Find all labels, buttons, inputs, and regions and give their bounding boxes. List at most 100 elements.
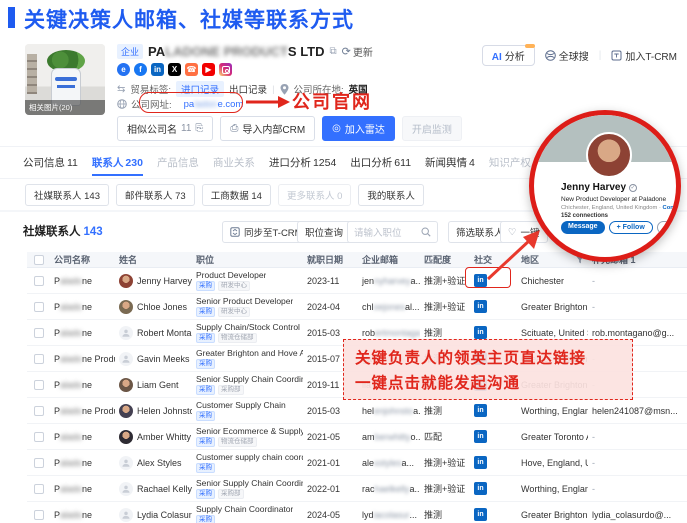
contact-name[interactable]: Rachael Kelly (137, 484, 192, 494)
linkedin-link-icon[interactable]: in (474, 300, 487, 313)
select-all-checkbox[interactable] (34, 255, 44, 265)
company-suffix: ne (82, 276, 92, 286)
youtube-icon[interactable]: ▶ (202, 63, 215, 76)
tab-bar: 公司信息11 联系人230 产品信息商业关系进口分析1254 出口分析611 新闻舆情4… (23, 152, 531, 177)
tab-产品信息[interactable]: 产品信息 (157, 155, 199, 174)
cell-position: Supply Chain Coordinator采购 (192, 502, 303, 523)
row-checkbox[interactable] (34, 276, 44, 286)
row-checkbox[interactable] (34, 510, 44, 520)
contact-name[interactable]: Gavin Meeks (137, 354, 190, 364)
start-monitor-button[interactable]: 开启监测 (402, 116, 462, 141)
email-suffix: al... (405, 302, 420, 312)
website-callout-arrow (246, 95, 291, 109)
copy-icon[interactable]: ⧉ (330, 46, 337, 57)
cell-email[interactable]: rachaelkellya... (358, 476, 420, 501)
contact-name[interactable]: Robert Monta... (137, 328, 192, 338)
profile-location: Chichester, England, United Kingdom · Co… (561, 205, 676, 211)
import-crm-button[interactable]: ⎙ 导入内部CRM (220, 116, 315, 141)
cell-name: Chloe Jones (115, 294, 192, 319)
subtab-社媒联系人[interactable]: 社媒联系人 143 (25, 184, 109, 206)
row-checkbox[interactable] (34, 354, 44, 364)
linkedin-link-icon[interactable]: in (474, 482, 487, 495)
linkedin-link-icon[interactable]: in (474, 456, 487, 469)
cell-email[interactable]: alexstylesa... (358, 450, 420, 475)
cell-position: Senior Ecommerce & Supply Cha...采购物流仓储部 (192, 424, 303, 449)
related-photos-label[interactable]: 相关图片(20) (25, 100, 105, 115)
linkedin-link-icon[interactable]: in (474, 430, 487, 443)
cell-company: Paladone Produc... (50, 398, 115, 423)
row-checkbox[interactable] (34, 484, 44, 494)
cell-email[interactable]: chloejonesal... (358, 294, 420, 319)
subtab-更多联系人[interactable]: 更多联系人 0 (278, 184, 351, 206)
role-tag: 采购 (196, 411, 215, 421)
company-name-blurred: LADONE PRODUCT (165, 44, 288, 59)
search-icon[interactable] (421, 227, 431, 237)
tab-联系人[interactable]: 联系人230 (92, 155, 143, 174)
company-blurred: alado (60, 276, 82, 286)
global-search-icon (545, 50, 556, 61)
add-radar-button[interactable]: ◎ 加入雷达 (322, 116, 395, 141)
tab-公司信息[interactable]: 公司信息11 (23, 155, 78, 174)
profile-name[interactable]: Jenny Harvey ✓ (561, 182, 637, 193)
linkedin-link-icon[interactable]: in (474, 326, 487, 339)
contact-name[interactable]: Jenny Harvey (137, 276, 192, 286)
tab-知识产权[interactable]: 知识产权 (489, 155, 531, 174)
subtab-我的联系人[interactable]: 我的联系人 (358, 184, 424, 206)
facebook-icon[interactable]: f (134, 63, 147, 76)
row-checkbox[interactable] (34, 380, 44, 390)
cell-region: Worthing, England,... (517, 476, 588, 501)
more-button[interactable]: More (657, 221, 681, 234)
tab-商业关系[interactable]: 商业关系 (213, 155, 255, 174)
similar-companies-button[interactable]: 相似公司名 11 ⎘ (117, 116, 213, 141)
ai-analysis-button[interactable]: AIAI 分析分析 (482, 45, 535, 66)
contact-photo (119, 430, 133, 444)
tab-进口分析[interactable]: 进口分析1254 (269, 155, 336, 174)
subtab-工商数据[interactable]: 工商数据 14 (202, 184, 271, 206)
contact-name[interactable]: Helen Johnstone (137, 406, 192, 416)
email-blurred: oejones (374, 302, 406, 312)
similar-companies-icon: ⎘ (195, 123, 203, 134)
profile-connections[interactable]: 152 connections (561, 213, 608, 219)
global-search-button[interactable]: 全球搜 (545, 48, 589, 63)
x-twitter-icon[interactable]: X (168, 63, 181, 76)
company-blurred: alado (60, 432, 82, 442)
contact-name[interactable]: Liam Gent (137, 380, 179, 390)
refresh-button[interactable]: ⟳ 更新 (342, 44, 373, 59)
cell-email[interactable]: helenjohnstoa... (358, 398, 420, 423)
cell-start-date: 2024-05 (303, 502, 358, 523)
website-callout-text: 公司官网 (292, 88, 372, 114)
position-title: Senior Product Developer (196, 297, 293, 306)
job-search-input[interactable]: 请输入职位 (347, 221, 438, 243)
subtab-邮件联系人[interactable]: 邮件联系人 73 (116, 184, 195, 206)
contact-name[interactable]: Alex Styles (137, 458, 182, 468)
row-checkbox[interactable] (34, 458, 44, 468)
profile-avatar[interactable] (586, 132, 632, 178)
cell-email[interactable]: lydiacolasur... (358, 502, 420, 523)
linkedin-link-icon[interactable]: in (474, 404, 487, 417)
cell-start-date: 2022-01 (303, 476, 358, 501)
contact-name[interactable]: Amber Whitty (137, 432, 191, 442)
position-tags: 采购物流仓储部 (196, 437, 257, 447)
company-photo[interactable]: 相关图片(20) (25, 44, 105, 115)
row-checkbox[interactable] (34, 328, 44, 338)
row-checkbox[interactable] (34, 302, 44, 312)
phone-icon[interactable]: ☎ (185, 63, 198, 76)
contact-name[interactable]: Lydia Colasurdo (137, 510, 192, 520)
instagram-icon[interactable] (219, 63, 232, 76)
website-icon[interactable]: e (117, 63, 130, 76)
row-checkbox[interactable] (34, 406, 44, 416)
cell-position: Product Developer采购研发中心 (192, 268, 303, 293)
tab-出口分析[interactable]: 出口分析611 (350, 155, 411, 174)
tab-新闻舆情[interactable]: 新闻舆情4 (425, 155, 475, 174)
contact-name[interactable]: Chloe Jones (137, 302, 187, 312)
location-pin-icon (280, 84, 289, 95)
person-placeholder-icon (119, 508, 133, 522)
cell-email[interactable]: amberwhittyo... (358, 424, 420, 449)
cell-email[interactable]: jennyharveya... (358, 268, 420, 293)
linkedin-link-icon[interactable]: in (474, 508, 487, 521)
linkedin-icon[interactable]: in (151, 63, 164, 76)
row-checkbox[interactable] (34, 432, 44, 442)
message-button[interactable]: Message (561, 221, 605, 234)
join-tcrm-button[interactable]: 加入T-CRM (611, 48, 677, 63)
follow-button[interactable]: + Follow (609, 221, 653, 234)
